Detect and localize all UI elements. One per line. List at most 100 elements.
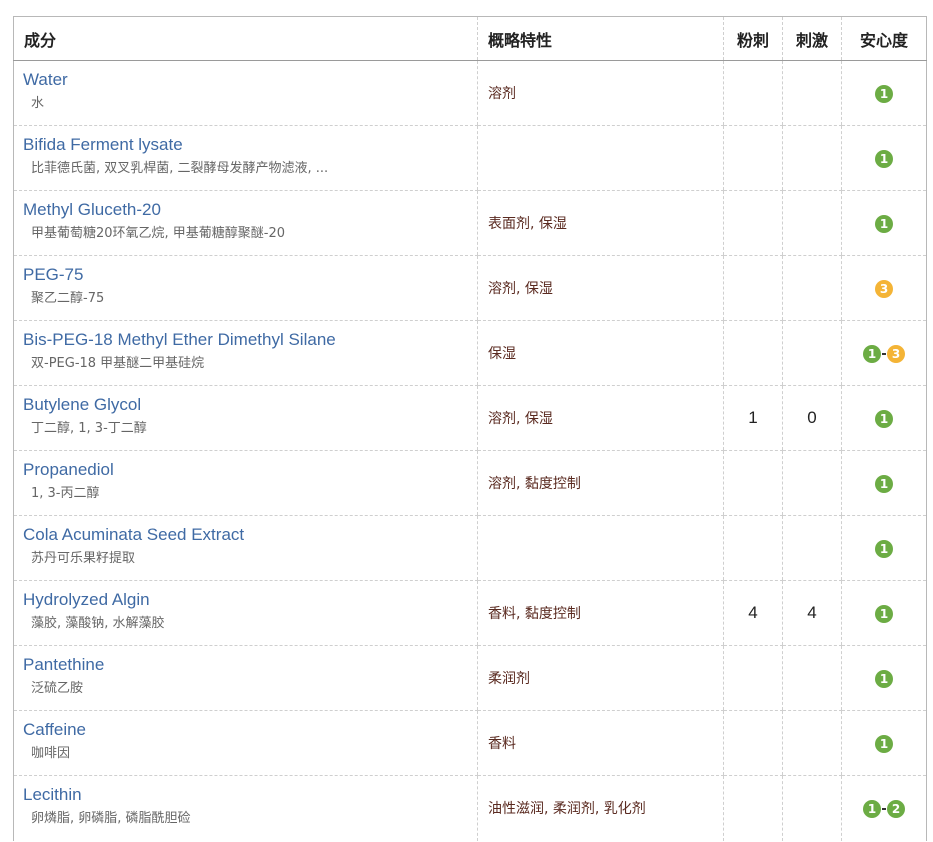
safety-rating-cell: 1	[841, 710, 927, 776]
table-row: Cola Acuminata Seed Extract 苏丹可乐果籽提取 1	[13, 515, 927, 581]
safety-rating-badge-max: 3	[887, 344, 905, 363]
ingredient-name-link[interactable]: Cola Acuminata Seed Extract	[23, 525, 477, 545]
ingredient-name-cell: Lecithin 卵燐脂, 卵磷脂, 磷脂酰胆硷	[14, 776, 478, 841]
ingredient-name-cell: PEG-75 聚乙二醇-75	[13, 255, 478, 321]
table-row: Lecithin 卵燐脂, 卵磷脂, 磷脂酰胆硷 油性滋润, 柔润剂, 乳化剂 1 2	[14, 775, 927, 841]
ingredient-name-link[interactable]: PEG-75	[23, 265, 477, 285]
ingredient-properties: 保湿	[477, 320, 724, 386]
irritation-rating	[782, 450, 842, 516]
ingredient-name-link[interactable]: Lecithin	[23, 785, 477, 805]
header-safety: 安心度	[841, 16, 927, 61]
safety-rating-cell: 1	[841, 645, 927, 711]
safety-rating-cell: 1	[841, 190, 927, 256]
ingredient-properties: 溶剂	[477, 60, 724, 126]
irritation-rating: 0	[782, 385, 842, 451]
table-row: Water 水 溶剂 1	[13, 60, 927, 126]
safety-rating-badge: 1	[875, 409, 893, 428]
table-row: Butylene Glycol 丁二醇, 1, 3-丁二醇 溶剂, 保湿 1 0 1	[13, 385, 927, 451]
ingredient-name-cell: Propanediol 1, 3-丙二醇	[13, 450, 478, 516]
safety-rating-cell: 1	[841, 125, 927, 191]
ingredient-name-link[interactable]: Methyl Gluceth-20	[23, 200, 477, 220]
ingredient-name-link[interactable]: Hydrolyzed Algin	[23, 590, 477, 610]
ingredient-name-cell: Caffeine 咖啡因	[13, 710, 478, 776]
safety-rating-cell: 1	[841, 450, 927, 516]
ingredient-properties: 香料, 黏度控制	[477, 580, 724, 646]
range-dash	[882, 352, 886, 355]
table-row: Propanediol 1, 3-丙二醇 溶剂, 黏度控制 1	[13, 450, 927, 516]
table-row: Methyl Gluceth-20 甲基葡萄糖20环氧乙烷, 甲基葡糖醇聚醚-20…	[13, 190, 927, 256]
safety-rating-badge: 1	[863, 344, 881, 363]
ingredient-name-link[interactable]: Caffeine	[23, 720, 477, 740]
safety-rating-cell: 13	[841, 320, 927, 386]
acne-rating	[723, 255, 783, 321]
acne-rating	[723, 645, 783, 711]
header-acne: 粉刺	[723, 16, 783, 61]
acne-rating	[723, 775, 783, 841]
ingredient-name-cell: Bifida Ferment lysate 比菲德氏菌, 双叉乳桿菌, 二裂酵母发…	[13, 125, 478, 191]
ingredient-table-container: 成分 概略特性 粉刺 刺激 安心度 Water 水 溶剂 1 Bifida Fermen…	[13, 16, 927, 841]
irritation-rating	[782, 515, 842, 581]
irritation-rating	[782, 710, 842, 776]
ingredient-chinese-name: 泛硫乙胺	[31, 680, 84, 696]
ingredient-name-link[interactable]: Bifida Ferment lysate	[23, 135, 477, 155]
irritation-rating	[782, 60, 842, 126]
irritation-rating	[782, 255, 842, 321]
safety-rating-cell: 1	[841, 580, 927, 646]
ingredient-name-link[interactable]: Water	[23, 70, 477, 90]
ingredient-properties: 香料	[477, 710, 724, 776]
ingredient-name-cell: Hydrolyzed Algin 藻胶, 藻酸钠, 水解藻胶	[13, 580, 478, 646]
safety-rating-cell: 1	[841, 515, 927, 581]
safety-rating-cell: 1	[841, 60, 927, 126]
safety-rating-badge: 1	[875, 84, 893, 103]
acne-rating: 1	[723, 385, 783, 451]
acne-rating	[723, 125, 783, 191]
safety-rating-badge: 1	[875, 214, 893, 233]
safety-rating-badge-max: 2	[887, 800, 905, 818]
table-row: PEG-75 聚乙二醇-75 溶剂, 保湿 3	[13, 255, 927, 321]
ingredient-name-link[interactable]: Butylene Glycol	[23, 395, 477, 415]
safety-rating-cell: 3	[841, 255, 927, 321]
ingredient-name-cell: Water 水	[13, 60, 478, 126]
ingredient-chinese-name: 藻胶, 藻酸钠, 水解藻胶	[31, 615, 165, 631]
table-row: Hydrolyzed Algin 藻胶, 藻酸钠, 水解藻胶 香料, 黏度控制 4 4 1	[13, 580, 927, 646]
ingredient-chinese-name: 水	[31, 95, 45, 111]
ingredient-properties: 表面剂, 保湿	[477, 190, 724, 256]
irritation-rating	[782, 775, 842, 841]
ingredient-name-link[interactable]: Propanediol	[23, 460, 477, 480]
ingredient-properties: 柔润剂	[477, 645, 724, 711]
safety-rating-badge: 1	[875, 474, 893, 493]
ingredient-name-link[interactable]: Bis-PEG-18 Methyl Ether Dimethyl Silane	[23, 330, 477, 350]
range-dash	[882, 808, 886, 810]
ingredient-name-cell: Methyl Gluceth-20 甲基葡萄糖20环氧乙烷, 甲基葡糖醇聚醚-20	[13, 190, 478, 256]
ingredient-name-cell: Bis-PEG-18 Methyl Ether Dimethyl Silane 双…	[13, 320, 478, 386]
ingredient-chinese-name: 双-PEG-18 甲基醚二甲基硅烷	[31, 355, 205, 371]
acne-rating: 4	[723, 580, 783, 646]
irritation-rating	[782, 320, 842, 386]
safety-rating-badge: 1	[875, 734, 893, 753]
safety-rating-badge: 1	[875, 149, 893, 168]
acne-rating	[723, 320, 783, 386]
table-row: Bifida Ferment lysate 比菲德氏菌, 双叉乳桿菌, 二裂酵母发…	[13, 125, 927, 191]
acne-rating	[723, 60, 783, 126]
ingredient-chinese-name: 聚乙二醇-75	[31, 290, 105, 306]
ingredient-table: 成分 概略特性 粉刺 刺激 安心度 Water 水 溶剂 1 Bifida Fermen…	[13, 16, 927, 841]
ingredient-properties	[477, 125, 724, 191]
ingredient-name-cell: Butylene Glycol 丁二醇, 1, 3-丁二醇	[13, 385, 478, 451]
table-row: Bis-PEG-18 Methyl Ether Dimethyl Silane 双…	[13, 320, 927, 386]
acne-rating	[723, 710, 783, 776]
irritation-rating	[782, 645, 842, 711]
safety-rating-badge: 1	[875, 669, 893, 688]
ingredient-name-link[interactable]: Pantethine	[23, 655, 477, 675]
ingredient-properties: 溶剂, 保湿	[477, 385, 724, 451]
header-name: 成分	[13, 16, 478, 61]
acne-rating	[723, 190, 783, 256]
ingredient-chinese-name: 1, 3-丙二醇	[31, 485, 100, 501]
ingredient-chinese-name: 甲基葡萄糖20环氧乙烷, 甲基葡糖醇聚醚-20	[31, 225, 286, 241]
ingredient-properties: 溶剂, 黏度控制	[477, 450, 724, 516]
irritation-rating: 4	[782, 580, 842, 646]
acne-rating	[723, 515, 783, 581]
header-irritation: 刺激	[782, 16, 842, 61]
safety-rating-badge: 1	[863, 800, 881, 818]
ingredient-chinese-name: 咖啡因	[31, 745, 71, 761]
table-row: Caffeine 咖啡因 香料 1	[13, 710, 927, 776]
